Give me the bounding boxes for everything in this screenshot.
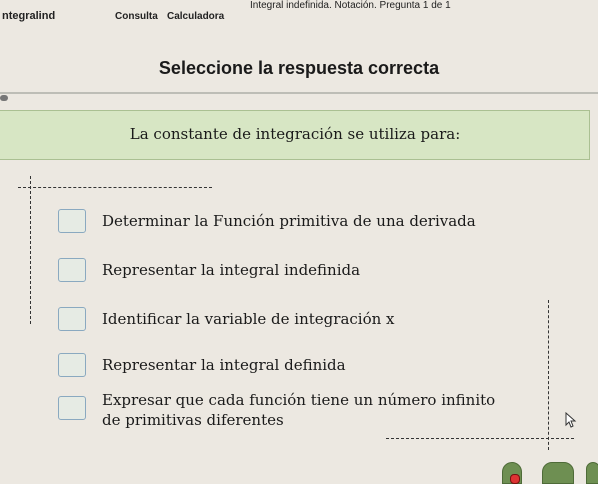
menu-bar: ntegralind Consulta Calculadora [0, 6, 598, 24]
divider [0, 92, 598, 94]
option-label: Representar la integral definida [102, 356, 346, 374]
option-label: Determinar la Función primitiva de una d… [102, 212, 476, 230]
option-label: Expresar que cada función tiene un númer… [102, 390, 495, 430]
option-label-line-2: de primitivas diferentes [102, 411, 284, 429]
checkbox[interactable] [58, 396, 86, 420]
checkbox[interactable] [58, 209, 86, 233]
dashed-line-left [30, 176, 31, 324]
page-title: Seleccione la respuesta correcta [158, 58, 440, 78]
question-text: La constante de integración se utiliza p… [129, 125, 461, 143]
bottom-button-2[interactable] [542, 462, 574, 484]
option-label-line-1: Expresar que cada función tiene un númer… [102, 391, 496, 409]
menu-item-calculadora[interactable]: Calculadora [167, 11, 224, 22]
app-name: ntegralind [2, 10, 56, 22]
dashed-line-right [548, 300, 549, 450]
indicator-dot [0, 95, 8, 101]
question-box: La constante de integración se utiliza p… [0, 110, 590, 160]
menu-item-consulta[interactable]: Consulta [115, 11, 158, 22]
bottom-button-3[interactable] [586, 462, 598, 484]
smiley-icon [510, 474, 520, 484]
option-label: Representar la integral indefinida [102, 261, 361, 279]
checkbox[interactable] [58, 353, 86, 377]
checkbox[interactable] [58, 258, 86, 282]
dashed-line-bottom [386, 438, 574, 439]
mouse-pointer-icon [565, 412, 577, 428]
dashed-line-top [18, 187, 212, 188]
checkbox[interactable] [58, 307, 86, 331]
option-label: Identificar la variable de integración x [102, 310, 395, 328]
